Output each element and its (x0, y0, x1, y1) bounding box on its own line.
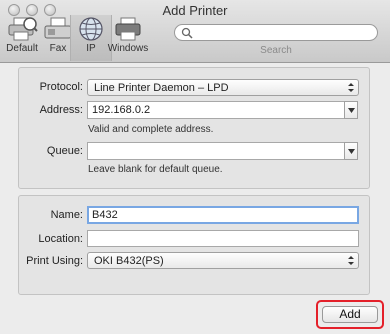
toolbar-ip-label: IP (86, 43, 96, 54)
search-input[interactable] (174, 24, 378, 41)
search-icon (181, 27, 193, 39)
popup-arrows-icon (348, 256, 354, 265)
print-using-value: OKI B432(PS) (94, 255, 164, 267)
location-field[interactable] (87, 230, 359, 247)
queue-field[interactable] (87, 142, 345, 160)
address-field[interactable]: 192.168.0.2 (87, 101, 345, 119)
toolbar-default[interactable]: Default (2, 16, 42, 54)
name-value: B432 (92, 209, 118, 221)
address-hint: Valid and complete address. (88, 124, 214, 135)
print-using-label: Print Using: (26, 255, 83, 267)
location-label: Location: (38, 233, 83, 245)
address-combo-button[interactable] (344, 101, 358, 119)
address-label: Address: (39, 104, 83, 116)
queue-label: Queue: (46, 145, 83, 157)
add-printer-window: Add Printer Default Fax IP Windows Searc… (0, 0, 390, 334)
address-value: 192.168.0.2 (92, 104, 151, 116)
queue-combo-button[interactable] (344, 142, 358, 160)
name-field[interactable]: B432 (87, 206, 359, 224)
globe-icon (79, 17, 103, 41)
queue-hint: Leave blank for default queue. (88, 164, 223, 175)
default-printer-icon (8, 17, 38, 41)
chevron-down-icon (348, 108, 355, 113)
name-label: Name: (50, 209, 83, 221)
print-using-popup[interactable]: OKI B432(PS) (87, 252, 359, 269)
protocol-label: Protocol: (39, 81, 83, 93)
toolbar-windows[interactable]: Windows (106, 16, 150, 54)
protocol-popup[interactable]: Line Printer Daemon – LPD (87, 79, 359, 96)
protocol-value: Line Printer Daemon – LPD (94, 82, 229, 94)
chevron-down-icon (348, 149, 355, 154)
details-panel: Name: B432 Location: Print Using: OKI B4… (18, 195, 370, 295)
windows-printer-icon (115, 17, 141, 41)
toolbar: Add Printer Default Fax IP Windows Searc… (0, 0, 390, 63)
connection-panel: Protocol: Line Printer Daemon – LPD Addr… (18, 67, 370, 189)
popup-arrows-icon (348, 83, 354, 92)
add-button[interactable]: Add (322, 306, 378, 323)
toolbar-default-label: Default (6, 43, 38, 54)
toolbar-windows-label: Windows (107, 43, 149, 54)
search-label: Search (260, 45, 292, 56)
